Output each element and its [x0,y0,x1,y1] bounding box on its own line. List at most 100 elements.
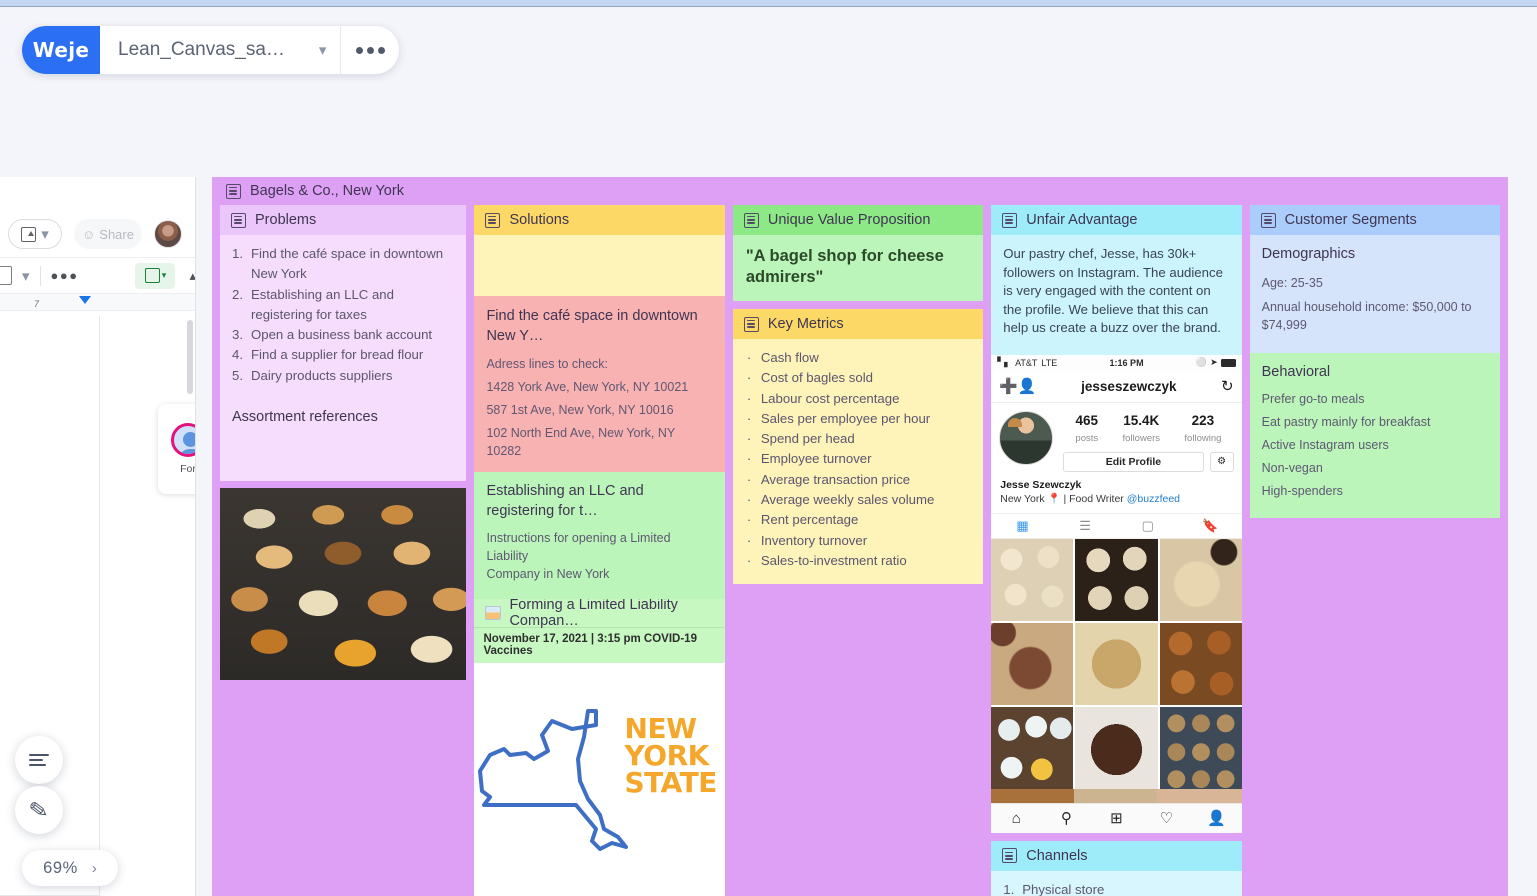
card-header-customer-segments[interactable]: Customer Segments [1250,205,1500,235]
card-header-uvp[interactable]: Unique Value Proposition [733,205,983,235]
grid-photo[interactable] [991,707,1073,789]
card-line: Active Instagram users [1262,436,1488,454]
saved-icon[interactable]: 🔖 [1179,518,1242,534]
chevron-down-icon[interactable]: ▾ [319,41,327,59]
card-header-problems[interactable]: Problems [220,205,466,235]
chevron-down-icon[interactable]: ▾ [22,267,30,285]
card-channels-list[interactable]: 1.Physical store 2.Delivery (free for or… [991,871,1241,896]
weje-logo[interactable]: Weje [22,26,100,74]
share-button[interactable]: ☺ Share [74,219,142,249]
column-unfair-advantage: Unfair Advantage Our pastry chef, Jesse,… [991,205,1241,896]
list-item: 2.Establishing an LLC and registering fo… [232,285,454,326]
board-name: Lean_Canvas_sa… [118,39,285,61]
card-title: Solutions [509,212,569,228]
profile-icon[interactable]: 👤 [1192,809,1242,827]
column-problems: Problems 1.Find the café space in downto… [220,205,466,680]
chevron-up-icon[interactable]: ▴ [189,268,196,284]
doc-line: ick to see [0,636,103,657]
edit-profile-button[interactable]: Edit Profile [1063,452,1203,472]
add-post-icon[interactable]: ⊞ [1091,809,1141,827]
grid-photo[interactable] [1075,707,1157,789]
edit-mode-button[interactable]: ▾ [135,263,175,289]
card-unfair-advantage-text[interactable]: Our pastry chef, Jesse, has 30k+ followe… [991,235,1241,355]
board-icon [231,213,246,228]
tagged-icon[interactable]: ▢ [1116,518,1179,534]
list-item: 4.Find a supplier for bread flour [232,345,454,365]
bio-line: New York 📍 | Food Writer [1000,493,1124,505]
search-icon[interactable]: ⚲ [1041,809,1091,827]
card-uvp-quote[interactable]: "A bagel shop for cheese admirers" [733,235,983,301]
card-header-solutions[interactable]: Solutions [474,205,724,235]
stat-following[interactable]: 223 following [1184,413,1221,446]
stat-followers[interactable]: 15.4K followers [1123,413,1161,446]
link-title[interactable]: Forming a Limited Liability Compan… [509,599,724,629]
card-header-unfair-advantage[interactable]: Unfair Advantage [991,205,1241,235]
side-panel-item[interactable]: For [158,404,196,494]
divider [40,266,41,286]
board-more-button[interactable] [341,26,399,74]
fab-menu-button[interactable] [15,736,63,784]
card-header-key-metrics[interactable]: Key Metrics [733,309,983,339]
instagram-bottom-nav: ⌂ ⚲ ⊞ ♡ 👤 [991,803,1241,833]
board-icon [226,184,241,199]
card-assortment-references[interactable]: Assortment references [220,397,466,481]
more-dots-icon[interactable]: ●●● [51,268,79,283]
avatar[interactable] [154,220,182,248]
card-establishing-llc[interactable]: Establishing an LLC and registering for … [474,472,724,599]
tray-of-bagels-photo [220,488,466,680]
list-item: 1.Find the café space in downtown New Yo… [232,244,454,285]
card-key-metrics-list[interactable]: ·Cash flow ·Cost of bagles sold ·Labour … [733,339,983,584]
list-item: 1.Physical store [1003,880,1229,896]
share-label: Share [99,227,134,242]
card-find-cafe-space[interactable]: Find the café space in downtown New Y… A… [474,296,724,472]
card-bagels-photo[interactable] [220,488,466,680]
grid-photo[interactable] [1160,707,1242,789]
column-solutions: Solutions Find the café space in downtow… [474,205,724,896]
grid-photo[interactable] [1160,539,1242,621]
lean-canvas-board: Bagels & Co., New York Problems 1.Find t… [212,177,1508,896]
gear-icon[interactable]: ⚙ [1210,452,1234,472]
card-title: Channels [1026,848,1087,864]
upload-icon[interactable]: ▾ [8,219,62,249]
history-icon[interactable]: ↻ [1221,377,1234,395]
grid-photo-row-partial[interactable] [991,789,1241,803]
grid-photo[interactable] [1075,539,1157,621]
card-line: Non-vegan [1262,459,1488,477]
grid-photo[interactable] [1075,623,1157,705]
scrollbar[interactable] [187,320,193,394]
board-icon [744,213,759,228]
list-icon[interactable]: ☰ [1054,518,1117,534]
stat-posts[interactable]: 465 posts [1075,413,1098,446]
indent-marker[interactable] [79,296,91,304]
instagram-screenshot[interactable]: ▘▖ AT&T LTE 1:16 PM ⚪ ➤ ➕👤 jesseszewczyk [991,355,1241,833]
card-link-preview-llc[interactable]: Forming a Limited Liability Compan… Nove… [474,599,724,896]
grid-photo[interactable] [1160,623,1242,705]
card-header-channels[interactable]: Channels [991,841,1241,871]
card-solutions-blank[interactable] [474,235,724,296]
carrier-label: AT&T [1015,358,1037,368]
card-problems-list[interactable]: 1.Find the café space in downtown New Yo… [220,235,466,397]
fab-pencil-button[interactable]: ✎ [15,786,63,834]
card-behavioral[interactable]: Behavioral Prefer go-to meals Eat pastry… [1250,353,1500,518]
chevron-right-icon[interactable]: › [92,860,97,877]
grid-photo[interactable] [991,539,1073,621]
home-icon[interactable]: ⌂ [991,810,1041,827]
bio-handle[interactable]: @buzzfeed [1127,493,1180,505]
list-item: ·Cash flow [747,348,971,368]
card-line: Adress lines to check: [486,355,712,373]
card-demographics[interactable]: Demographics Age: 25-35 Annual household… [1250,235,1500,353]
profile-photo[interactable] [999,411,1053,465]
add-person-icon[interactable]: ➕👤 [999,377,1036,395]
grid-icon[interactable]: ▦ [991,518,1054,534]
grid-photo[interactable] [991,623,1073,705]
instagram-username: jesseszewczyk [1037,379,1221,394]
image-icon[interactable] [0,266,12,285]
card-title: Unique Value Proposition [768,212,931,228]
list-item: 3.Open a business bank account [232,325,454,345]
zoom-control[interactable]: 69% › [22,850,118,886]
ny-state-wordmark: NEW YORK STATE [625,715,717,796]
board-name-selector[interactable]: Lean_Canvas_sa… ▾ [100,26,341,74]
heart-icon[interactable]: ♡ [1141,809,1191,827]
link-meta: November 17, 2021 | 3:15 pm COVID-19 Vac… [474,627,724,663]
list-item: ·Employee turnover [747,449,971,469]
